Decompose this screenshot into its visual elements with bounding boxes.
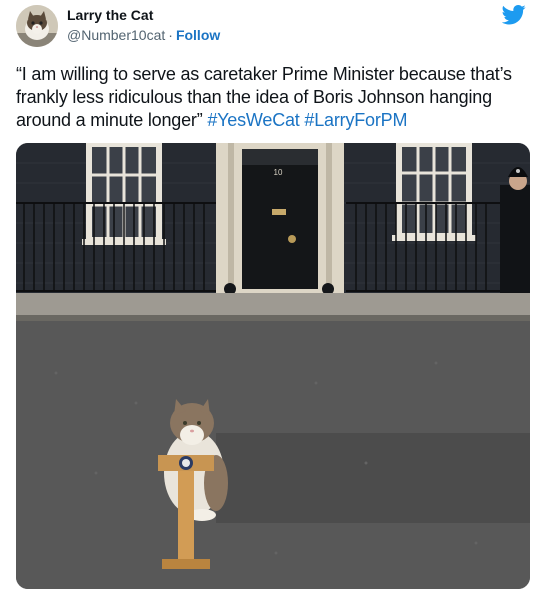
author-handle-row: @Number10cat · Follow [67, 27, 220, 43]
hashtag-yeswecat[interactable]: #YesWeCat [207, 110, 299, 130]
profile-avatar[interactable] [16, 5, 58, 47]
twitter-bird-icon[interactable] [502, 5, 526, 25]
police-officer [500, 167, 530, 303]
tweet-card: Larry the Cat @Number10cat · Follow “I am … [0, 0, 534, 592]
tweet-text: “I am willing to serve as caretaker Prim… [16, 63, 528, 132]
door-number: 10 [274, 168, 283, 177]
tweet-photo[interactable]: 10 [16, 143, 530, 589]
author-handle[interactable]: @Number10cat [67, 27, 165, 43]
hashtag-larryforpm[interactable]: #LarryForPM [304, 110, 407, 130]
follow-button[interactable]: Follow [176, 27, 220, 43]
cat-avatar-image [16, 5, 58, 47]
author-display-name[interactable]: Larry the Cat [67, 7, 153, 23]
separator-dot: · [168, 27, 173, 43]
downing-street-photo: 10 [16, 143, 530, 589]
right-window [392, 143, 476, 241]
